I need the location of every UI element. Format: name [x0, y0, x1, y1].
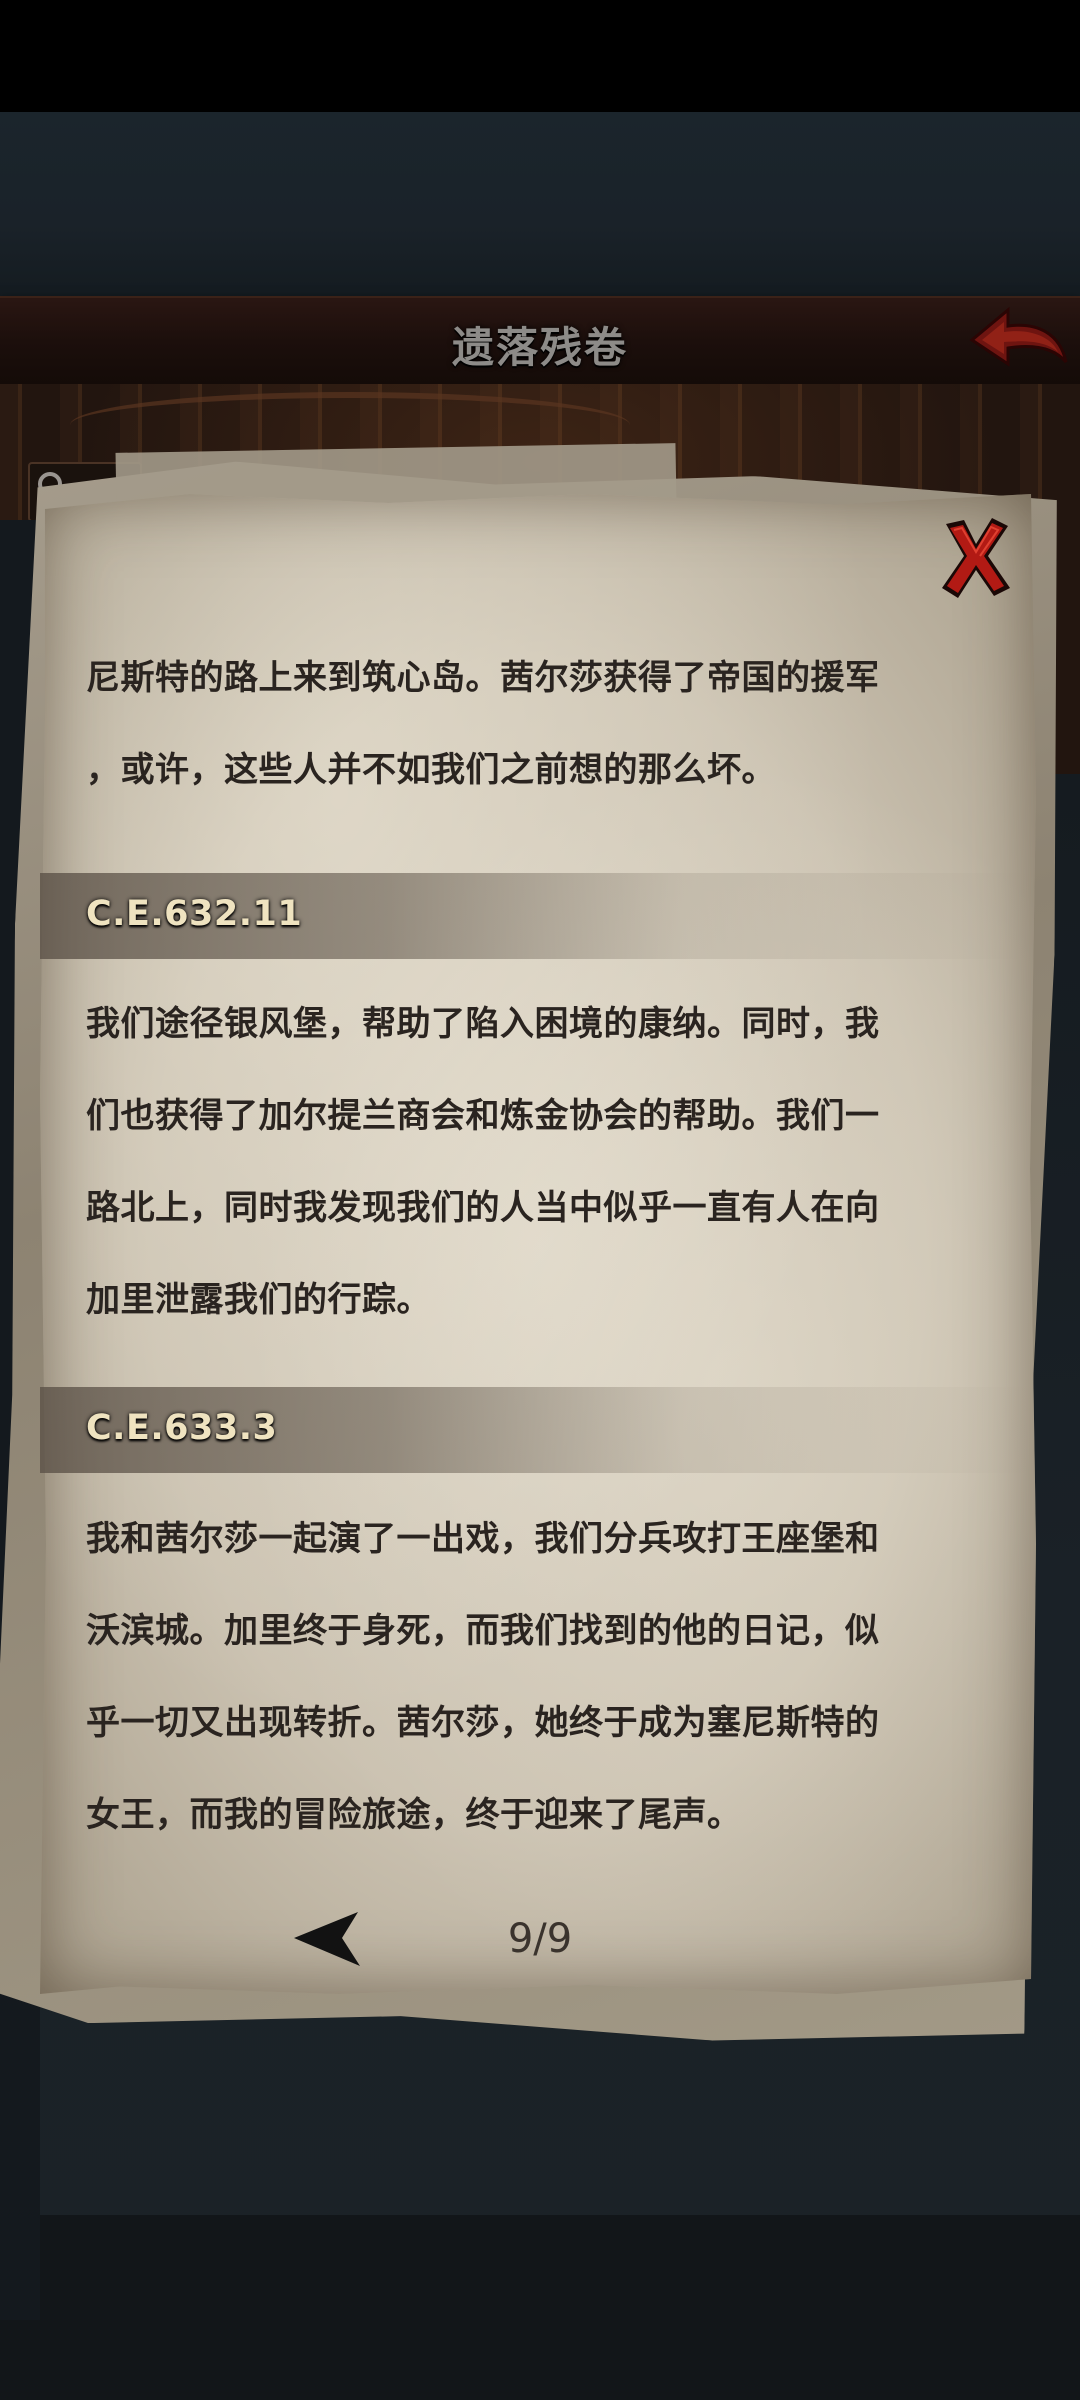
bottom-bar: [0, 2215, 1080, 2400]
entry-line: 乎一切又出现转折。茜尔莎，她终于成为塞尼斯特的: [86, 1703, 880, 1743]
entry-date: C.E.633.3: [86, 1408, 278, 1448]
prev-page-button[interactable]: [292, 1908, 366, 1970]
screen: 遗落残卷 尼斯特的路上来到筑心岛。茜尔莎获得了帝国的援军 ，或许，这些人并不如我…: [0, 0, 1080, 2400]
back-arrow-icon: [969, 306, 1068, 367]
entry-line: 我们途径银风堡，帮助了陷入困境的康纳。同时，我: [86, 1004, 880, 1044]
entry-line: 加里泄露我们的行踪。: [86, 1280, 431, 1320]
intro-line: ，或许，这些人并不如我们之前想的那么坏。: [86, 750, 776, 790]
intro-line: 尼斯特的路上来到筑心岛。茜尔莎获得了帝国的援军: [86, 658, 880, 698]
entry-date: C.E.632.11: [86, 894, 303, 934]
close-x-icon: [942, 518, 1010, 598]
parchment-scroll: [40, 494, 1036, 1994]
prev-page-arrow-icon: [294, 1912, 360, 1966]
entry-line: 沃滨城。加里终于身死，而我们找到的他的日记，似: [86, 1611, 880, 1651]
status-bar-area: [0, 0, 1080, 112]
entry-line: 路北上，同时我发现我们的人当中似乎一直有人在向: [86, 1188, 880, 1228]
back-button[interactable]: [968, 300, 1070, 374]
entry-line: 我和茜尔莎一起演了一出戏，我们分兵攻打王座堡和: [86, 1519, 880, 1559]
close-button[interactable]: [936, 512, 1016, 602]
page-title: 遗落残卷: [451, 323, 628, 372]
page-indicator: 9/9: [507, 1916, 573, 1962]
entry-line: 女王，而我的冒险旅途，终于迎来了尾声。: [86, 1795, 742, 1835]
entry-line: 们也获得了加尔提兰商会和炼金协会的帮助。我们一: [86, 1096, 880, 1136]
background-top: [0, 112, 1080, 300]
